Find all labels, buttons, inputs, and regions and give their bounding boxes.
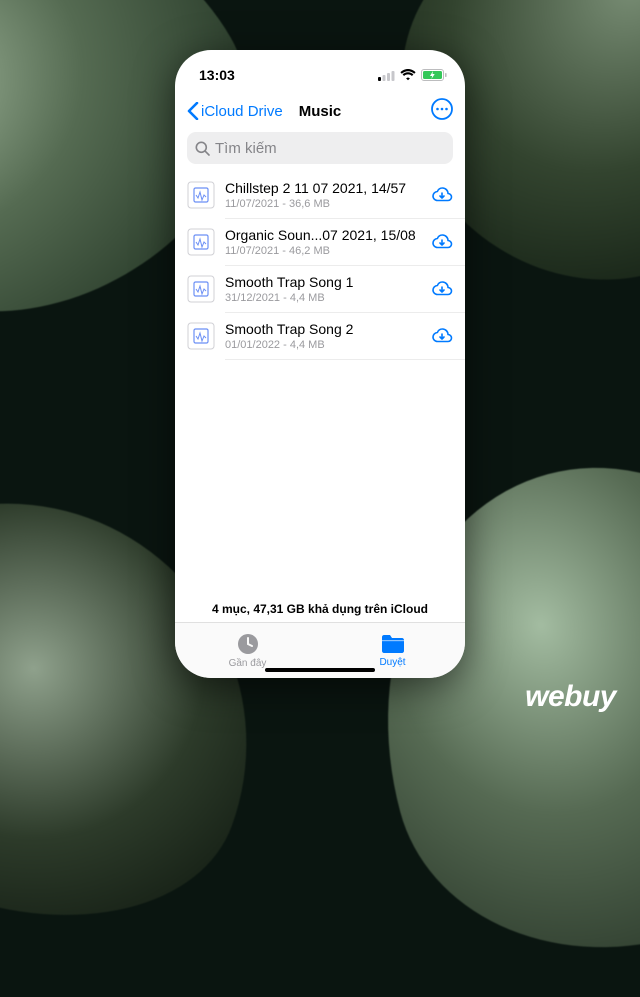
cloud-download-icon	[433, 329, 452, 342]
cellular-icon	[378, 70, 395, 81]
wifi-icon	[400, 69, 416, 81]
ellipsis-circle-icon	[431, 98, 453, 120]
list-item[interactable]: Chillstep 2 11 07 2021, 14/57 11/07/2021…	[175, 172, 465, 218]
download-button[interactable]	[431, 280, 453, 298]
chevron-left-icon	[187, 102, 199, 120]
tab-label: Gần đây	[229, 658, 267, 669]
cloud-download-icon	[433, 188, 452, 201]
list-item[interactable]: Organic Soun...07 2021, 15/08 11/07/2021…	[175, 219, 465, 265]
storage-summary: 4 mục, 47,31 GB khả dụng trên iCloud	[175, 596, 465, 622]
audio-file-icon	[187, 228, 215, 256]
file-meta: 01/01/2022 - 4,4 MB	[225, 339, 421, 351]
phone-screen: 13:03 iCloud Drive Music Tìm kiếm Chills…	[175, 50, 465, 678]
download-button[interactable]	[431, 186, 453, 204]
cloud-download-icon	[433, 282, 452, 295]
file-name: Smooth Trap Song 2	[225, 321, 421, 337]
clock-icon	[236, 632, 260, 656]
file-meta: 11/07/2021 - 46,2 MB	[225, 245, 421, 257]
search-icon	[195, 141, 210, 156]
nav-bar: iCloud Drive Music	[175, 90, 465, 132]
file-meta: 31/12/2021 - 4,4 MB	[225, 292, 421, 304]
status-icons	[378, 69, 447, 81]
file-name: Organic Soun...07 2021, 15/08	[225, 227, 421, 243]
list-item[interactable]: Smooth Trap Song 1 31/12/2021 - 4,4 MB	[175, 266, 465, 312]
download-button[interactable]	[431, 327, 453, 345]
audio-file-icon	[187, 181, 215, 209]
folder-icon	[380, 633, 406, 655]
download-button[interactable]	[431, 233, 453, 251]
battery-icon	[421, 69, 447, 81]
file-name: Chillstep 2 11 07 2021, 14/57	[225, 180, 421, 196]
home-indicator[interactable]	[265, 668, 375, 672]
tab-label: Duyệt	[379, 657, 405, 668]
list-item[interactable]: Smooth Trap Song 2 01/01/2022 - 4,4 MB	[175, 313, 465, 359]
file-meta: 11/07/2021 - 36,6 MB	[225, 198, 421, 210]
status-time: 13:03	[199, 67, 235, 83]
cloud-download-icon	[433, 235, 452, 248]
file-list[interactable]: Chillstep 2 11 07 2021, 14/57 11/07/2021…	[175, 172, 465, 596]
audio-file-icon	[187, 322, 215, 350]
search-input[interactable]: Tìm kiếm	[187, 132, 453, 164]
divider	[225, 359, 465, 360]
file-name: Smooth Trap Song 1	[225, 274, 421, 290]
more-button[interactable]	[431, 98, 453, 125]
watermark: webuy	[525, 680, 616, 714]
audio-file-icon	[187, 275, 215, 303]
back-button[interactable]: iCloud Drive	[187, 102, 283, 120]
search-placeholder: Tìm kiếm	[215, 140, 277, 157]
status-bar: 13:03	[175, 50, 465, 90]
back-label: iCloud Drive	[201, 103, 283, 120]
page-title: Music	[299, 103, 342, 120]
